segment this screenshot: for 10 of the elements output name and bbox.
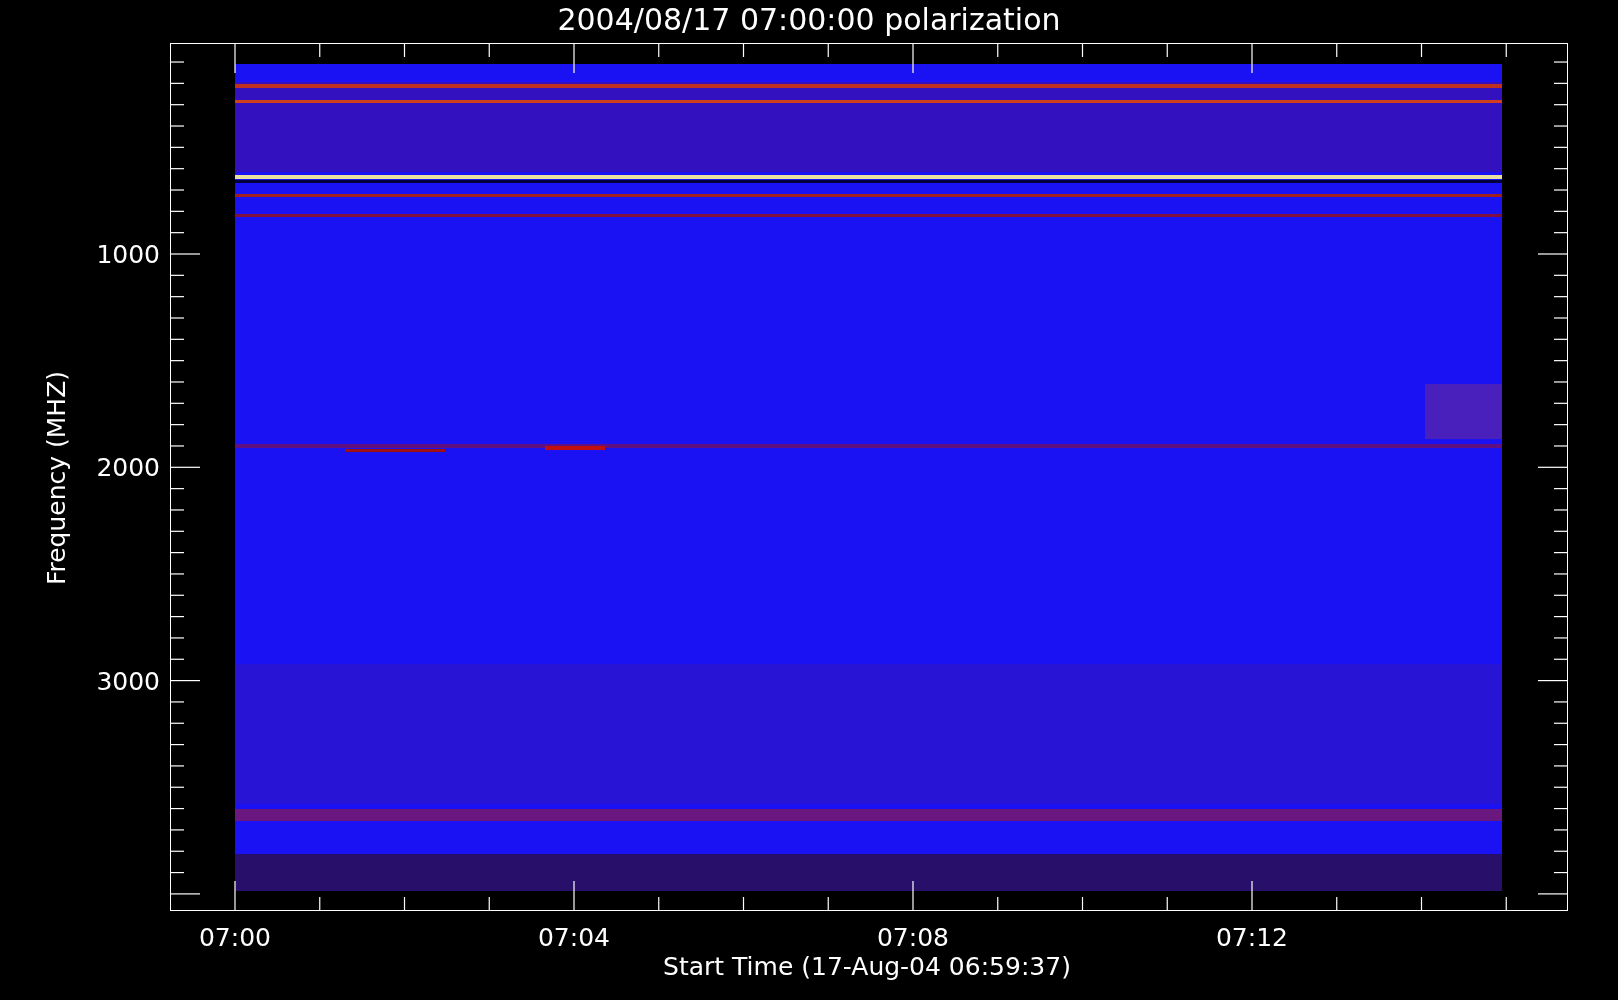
y-tick-label: 1000 [96, 242, 160, 267]
y-tick-label: 2000 [96, 455, 160, 481]
x-tick-label: 07:00 [197, 925, 272, 950]
y-axis-label: Frequency (MHZ) [43, 370, 69, 586]
x-axis-label: Start Time (17-Aug-04 06:59:37) [662, 954, 1072, 979]
x-tick-label: 07:04 [536, 925, 611, 950]
x-tick-label: 07:08 [875, 925, 950, 950]
y-tick-label: 3000 [96, 668, 160, 694]
chart-title: 2004/08/17 07:00:00 polarization [556, 2, 1062, 37]
x-tick-label: 07:12 [1214, 925, 1289, 950]
